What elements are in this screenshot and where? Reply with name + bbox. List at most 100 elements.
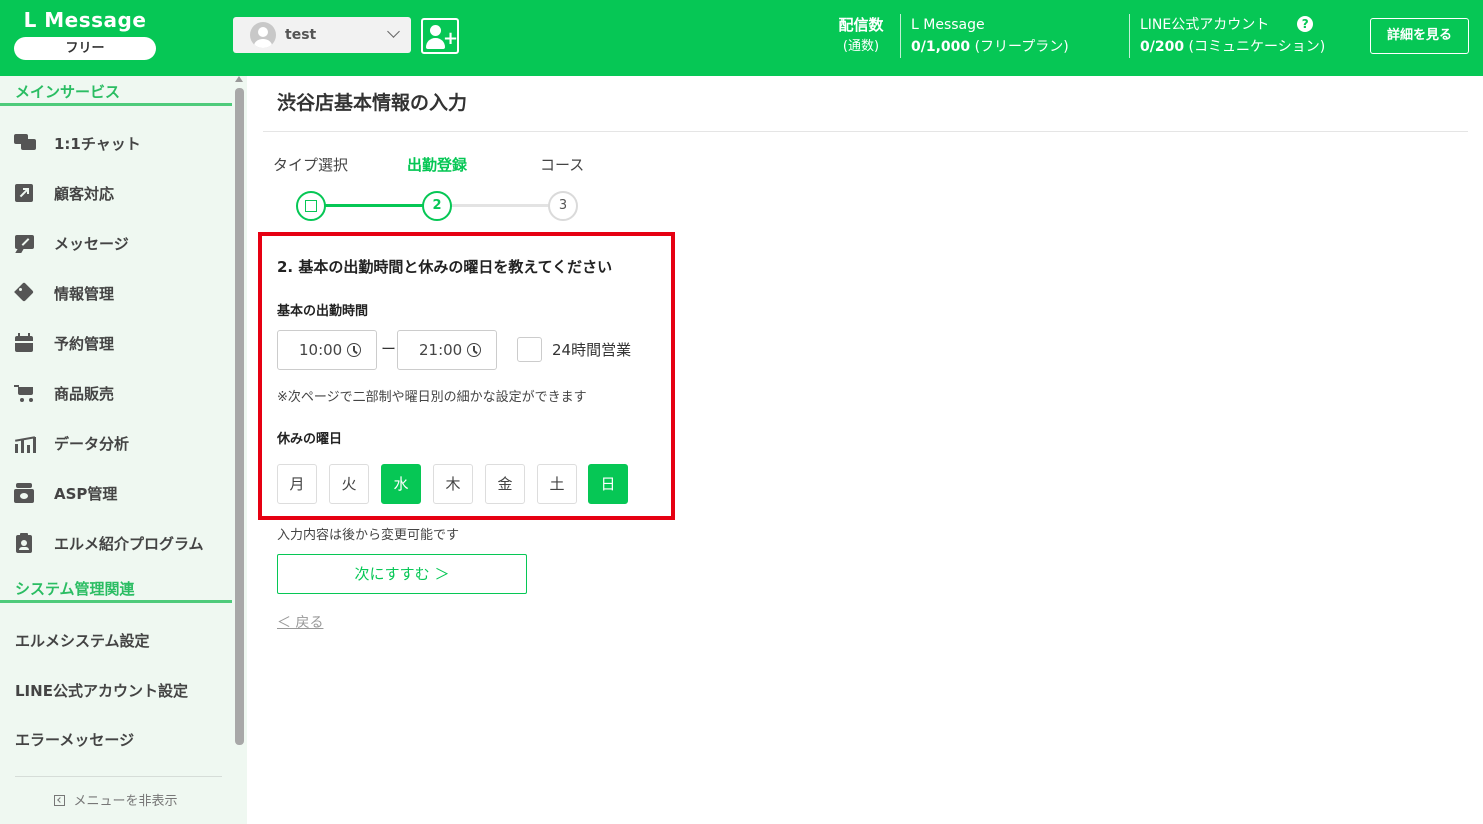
day-button-sat[interactable]: 土 — [537, 464, 577, 504]
sidebar-item-product-sales[interactable]: 商品販売 — [0, 371, 232, 415]
sidebar-item-label: エルメシステム設定 — [15, 631, 150, 650]
section-main-services: メインサービス — [0, 79, 232, 106]
sidebar-item-info-management[interactable]: 情報管理 — [0, 271, 232, 315]
divider — [900, 14, 901, 58]
end-time-input[interactable]: 21:00 — [397, 330, 497, 370]
sidebar-item-chat[interactable]: 1:1チャット — [0, 121, 232, 165]
sidebar-item-label: ASP管理 — [54, 484, 118, 503]
sidebar-item-asp-management[interactable]: ASP管理 — [0, 471, 232, 515]
step-circle-1 — [296, 191, 326, 221]
day-button-wed[interactable]: 水 — [381, 464, 421, 504]
sidebar-item-label: 情報管理 — [54, 284, 115, 303]
chat-icon — [14, 133, 36, 153]
lmessage-count: 0/1,000 — [911, 39, 971, 55]
tag-icon — [14, 282, 36, 303]
lmessage-plan: (フリープラン) — [974, 39, 1069, 55]
step-connector-done — [324, 204, 424, 207]
schedule-note: ※次ページで二部制や曜日別の細かな設定ができます — [277, 390, 587, 405]
start-time-input[interactable]: 10:00 — [277, 330, 377, 370]
account-selector[interactable]: test — [233, 17, 411, 53]
clock-icon — [347, 343, 361, 357]
sidebar-item-reservation[interactable]: 予約管理 — [0, 321, 232, 365]
clipboard-icon — [14, 533, 36, 553]
step-circle-3: 3 — [548, 191, 578, 221]
sidebar: メインサービス 1:1チャット 顧客対応 メッセージ 情報管理 予約管理 商品販… — [0, 76, 247, 824]
sidebar-item-label: エルメ紹介プログラム — [54, 534, 204, 553]
day-button-fri[interactable]: 金 — [485, 464, 525, 504]
editable-later-note: 入力内容は後から変更可能です — [277, 528, 460, 543]
step-label-course: コース — [540, 156, 585, 174]
line-count: 0/200 — [1140, 39, 1185, 55]
cart-icon — [14, 383, 36, 403]
step-circle-2: 2 — [422, 191, 452, 221]
user-icon — [430, 25, 441, 36]
account-name: test — [285, 27, 317, 43]
sidebar-item-label: 顧客対応 — [54, 184, 115, 203]
step-connector-todo — [450, 204, 550, 207]
sidebar-item-message[interactable]: メッセージ — [0, 221, 232, 265]
register-icon — [14, 483, 36, 503]
sidebar-scrollbar[interactable] — [235, 76, 244, 776]
help-icon[interactable]: ? — [1297, 16, 1314, 32]
sidebar-item-system-settings[interactable]: エルメシステム設定 — [0, 618, 232, 662]
all-day-checkbox[interactable] — [517, 337, 542, 362]
scroll-up-arrow-icon[interactable] — [235, 76, 243, 82]
sidebar-item-error-messages[interactable]: エラーメッセージ — [0, 717, 232, 761]
view-details-button[interactable]: 詳細を見る — [1370, 18, 1469, 54]
divider — [1129, 14, 1130, 58]
sidebar-item-label: 商品販売 — [54, 384, 115, 403]
start-time-value: 10:00 — [299, 341, 343, 359]
page-title: 渋谷店基本情報の入力 — [277, 92, 468, 114]
plus-icon: + — [443, 28, 459, 49]
chart-icon — [14, 433, 36, 453]
hide-menu-button[interactable]: メニューを非表示 — [0, 790, 232, 809]
line-account-name: LINE公式アカウント — [1140, 17, 1270, 33]
day-button-sun[interactable]: 日 — [588, 464, 628, 504]
day-button-mon[interactable]: 月 — [277, 464, 317, 504]
sidebar-item-label: メッセージ — [54, 234, 129, 253]
divider — [15, 776, 222, 777]
lmessage-name: L Message — [911, 17, 985, 33]
delivery-label: 配信数 — [838, 16, 884, 34]
arrow-up-right-icon — [14, 183, 36, 203]
delivery-count-label: 配信数 (通数) — [835, 15, 887, 59]
sidebar-item-label: LINE公式アカウント設定 — [15, 681, 188, 700]
next-button[interactable]: 次にすすむ ＞ — [277, 554, 527, 594]
question-title: 2. 基本の出勤時間と休みの曜日を教えてください — [277, 258, 613, 276]
logo-title: L Message — [23, 8, 147, 32]
sidebar-item-label: エラーメッセージ — [15, 730, 135, 749]
sidebar-item-label: 1:1チャット — [54, 134, 141, 153]
sidebar-item-customer-support[interactable]: 顧客対応 — [0, 171, 232, 215]
work-time-label: 基本の出勤時間 — [277, 304, 369, 319]
sidebar-item-line-account-settings[interactable]: LINE公式アカウント設定 — [0, 668, 232, 712]
top-header: L Message フリー test + 配信数 (通数) L Message … — [0, 0, 1483, 76]
hide-menu-label: メニューを非表示 — [73, 794, 178, 809]
chevron-down-icon — [387, 25, 400, 38]
section-system-management: システム管理関連 — [0, 576, 232, 603]
collapse-icon — [54, 795, 66, 806]
day-button-thu[interactable]: 木 — [433, 464, 473, 504]
end-time-value: 21:00 — [419, 341, 463, 359]
time-range-dash: ー — [381, 340, 397, 358]
avatar-icon — [250, 22, 276, 48]
sidebar-item-label: データ分析 — [54, 434, 130, 453]
sidebar-item-data-analysis[interactable]: データ分析 — [0, 421, 232, 465]
logo[interactable]: L Message フリー — [14, 8, 156, 60]
add-user-button[interactable]: + — [421, 18, 459, 54]
line-account-usage: LINE公式アカウント? 0/200 (コミュニケーション) — [1140, 14, 1325, 58]
sidebar-item-referral-program[interactable]: エルメ紹介プログラム — [0, 521, 232, 565]
checkbox-outline-icon — [305, 200, 317, 212]
scrollbar-thumb[interactable] — [235, 88, 244, 745]
holiday-label: 休みの曜日 — [277, 432, 343, 447]
line-plan: (コミュニケーション) — [1188, 39, 1326, 55]
message-edit-icon — [14, 233, 36, 253]
day-button-tue[interactable]: 火 — [329, 464, 369, 504]
plan-badge: フリー — [14, 37, 156, 60]
all-day-label: 24時間営業 — [552, 341, 632, 359]
lmessage-usage: L Message 0/1,000 (フリープラン) — [911, 14, 1069, 58]
calendar-icon — [14, 333, 36, 353]
back-link[interactable]: ＜ 戻る — [277, 612, 323, 632]
step-label-type-select: タイプ選択 — [273, 156, 349, 174]
clock-icon — [467, 343, 481, 357]
divider — [263, 131, 1468, 132]
